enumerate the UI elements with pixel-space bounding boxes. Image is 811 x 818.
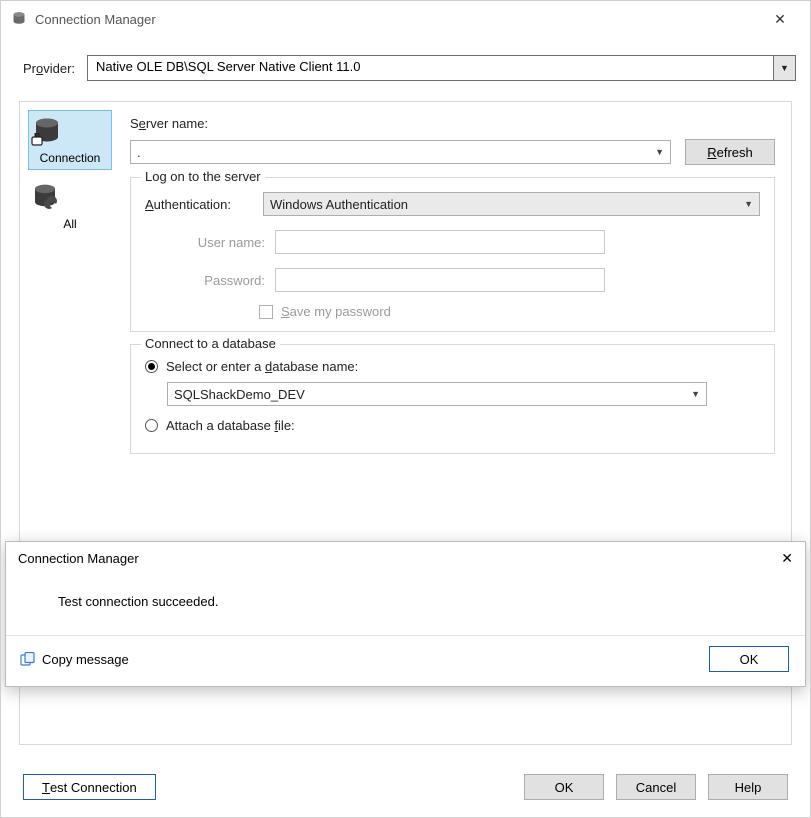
attach-file-radio[interactable]	[145, 419, 158, 432]
test-connection-button[interactable]: Test Connection	[23, 774, 156, 800]
titlebar: Connection Manager ✕	[1, 1, 810, 37]
refresh-button[interactable]: Refresh	[685, 139, 775, 165]
save-password-checkbox	[259, 305, 273, 319]
database-name-combobox[interactable]: SQLShackDemo_DEV ▼	[167, 382, 707, 406]
save-password-label: Save my password	[281, 304, 391, 319]
username-label: User name:	[175, 235, 265, 250]
database-name-value: SQLShackDemo_DEV	[174, 387, 685, 402]
server-name-combobox[interactable]: . ▼	[130, 140, 671, 164]
server-name-value: .	[137, 145, 141, 160]
provider-value: Native OLE DB\SQL Server Native Client 1…	[88, 56, 773, 80]
provider-combobox[interactable]: Native OLE DB\SQL Server Native Client 1…	[87, 55, 796, 81]
close-icon[interactable]: ✕	[781, 550, 793, 567]
provider-row: Provider: Native OLE DB\SQL Server Nativ…	[1, 37, 810, 91]
message-dialog-title: Connection Manager	[18, 551, 139, 566]
sidebar-item-label: All	[63, 217, 76, 231]
sidebar-item-all[interactable]: All	[28, 176, 112, 236]
ok-button[interactable]: OK	[524, 774, 604, 800]
authentication-label: Authentication:	[145, 197, 253, 212]
database-legend: Connect to a database	[141, 336, 280, 351]
select-db-radio[interactable]	[145, 360, 158, 373]
chevron-down-icon[interactable]: ▼	[685, 389, 700, 399]
message-dialog-body: Test connection succeeded.	[6, 574, 805, 636]
select-db-label: Select or enter a database name:	[166, 359, 358, 374]
message-text: Test connection succeeded.	[58, 594, 218, 609]
window-title: Connection Manager	[35, 12, 760, 27]
cancel-button[interactable]: Cancel	[616, 774, 696, 800]
copy-message-link[interactable]: Copy message	[20, 652, 129, 667]
sidebar-item-label: Connection	[40, 151, 101, 165]
database-icon	[11, 11, 27, 27]
message-dialog-footer: Copy message OK	[6, 636, 805, 686]
logon-legend: Log on to the server	[141, 169, 265, 184]
database-plug-icon	[29, 117, 111, 149]
password-input	[275, 268, 605, 292]
message-dialog: Connection Manager ✕ Test connection suc…	[5, 541, 806, 687]
database-wrench-icon	[29, 183, 111, 215]
close-icon[interactable]: ✕	[760, 11, 800, 28]
chevron-down-icon[interactable]: ▼	[655, 147, 664, 157]
help-button[interactable]: Help	[708, 774, 788, 800]
sidebar-item-connection[interactable]: Connection	[28, 110, 112, 170]
copy-icon	[20, 652, 36, 666]
message-ok-button[interactable]: OK	[709, 646, 789, 672]
authentication-value: Windows Authentication	[270, 197, 738, 212]
connection-manager-window: Connection Manager ✕ Provider: Native OL…	[0, 0, 811, 818]
message-dialog-titlebar: Connection Manager ✕	[6, 542, 805, 574]
authentication-select[interactable]: Windows Authentication ▼	[263, 192, 760, 216]
chevron-down-icon[interactable]: ▼	[773, 56, 795, 80]
password-label: Password:	[175, 273, 265, 288]
server-name-label: Server name:	[130, 116, 208, 131]
database-group: Connect to a database Select or enter a …	[130, 344, 775, 454]
chevron-down-icon[interactable]: ▼	[738, 199, 753, 209]
bottom-bar: Test Connection OK Cancel Help	[1, 757, 810, 817]
logon-group: Log on to the server Authentication: Win…	[130, 177, 775, 332]
username-input	[275, 230, 605, 254]
attach-file-label: Attach a database file:	[166, 418, 295, 433]
provider-label: Provider:	[23, 61, 75, 76]
copy-message-label: Copy message	[42, 652, 129, 667]
